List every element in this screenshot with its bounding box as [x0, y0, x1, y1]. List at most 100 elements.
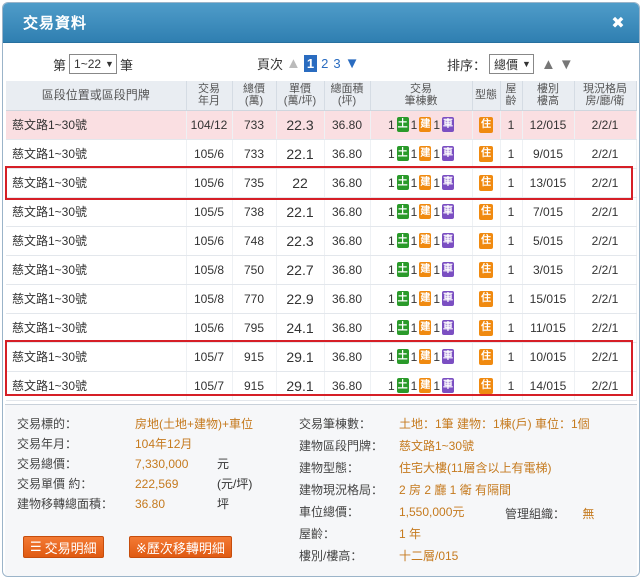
- close-icon[interactable]: ✖: [609, 13, 627, 33]
- table-row[interactable]: 慈文路1~30號 105/6 733 22.1 36.80 1 土 1 建 1 車住 1 9/015 2/…: [6, 139, 637, 169]
- detail-label: 建物移轉總面積：: [17, 497, 114, 511]
- chevron-down-icon: ▼: [105, 59, 114, 69]
- parking-count: 1: [433, 175, 441, 190]
- detail-label: 建物型態：: [299, 461, 360, 475]
- detail-label: 交易筆棟數：: [299, 417, 372, 431]
- sort-label: 排序：: [447, 57, 487, 73]
- cell-floor: 11/015: [522, 313, 575, 343]
- land-count: 1: [387, 320, 395, 335]
- building-badge-icon: 建: [419, 175, 432, 190]
- table-row[interactable]: 慈文路1~30號 105/7 915 29.1 36.80 1 土 1 建 1 車住 1 10/015 2…: [6, 342, 637, 372]
- col-unit-label-1: 單價: [289, 83, 311, 96]
- col-layout-label-1: 現況格局: [583, 83, 627, 96]
- cell-floor: 14/015: [522, 371, 575, 401]
- table-body: 慈文路1~30號 104/12 733 22.3 36.80 1 土 1 建 1 車住 1 12/015…: [6, 110, 637, 401]
- sort-select-value: 總價: [494, 57, 519, 72]
- page-3[interactable]: 3: [332, 56, 341, 71]
- table-row[interactable]: 慈文路1~30號 105/6 748 22.3 36.80 1 土 1 建 1 車住 1 5/015 2/…: [6, 226, 637, 256]
- col-layout-label-2: 房/廳/衛: [585, 95, 625, 108]
- cell-type: 住: [472, 139, 501, 169]
- trade-detail-button[interactable]: ☰ 交易明細: [23, 536, 104, 558]
- cell-area: 36.80: [324, 197, 371, 227]
- land-count: 1: [387, 349, 395, 364]
- cell-date: 105/7: [186, 371, 233, 401]
- cell-unit-price: 22.9: [276, 284, 325, 314]
- parking-badge-icon: 車: [442, 378, 455, 393]
- table-row[interactable]: 慈文路1~30號 105/7 915 29.1 36.80 1 土 1 建 1 車住 1 14/015 2…: [6, 371, 637, 401]
- page-1[interactable]: 1: [303, 55, 318, 72]
- range-select[interactable]: 1~22 ▼: [69, 54, 117, 74]
- parking-badge-icon: 車: [442, 175, 455, 190]
- cell-total: 770: [232, 284, 277, 314]
- sort-asc-icon[interactable]: ▲: [541, 57, 556, 72]
- cell-type: 住: [472, 313, 501, 343]
- col-unit[interactable]: 單價 (萬/坪): [276, 81, 325, 111]
- detail-value: 222,569: [135, 477, 179, 491]
- building-count: 1: [410, 291, 418, 306]
- building-badge-icon: 建: [419, 117, 432, 132]
- detail-left-row: 交易年月： 104年12月: [17, 435, 217, 452]
- table-row[interactable]: 慈文路1~30號 105/6 735 22 36.80 1 土 1 建 1 車住 1 13/015 2/2…: [6, 168, 637, 198]
- parking-badge-icon: 車: [442, 291, 455, 306]
- parking-count: 1: [433, 349, 441, 364]
- history-button[interactable]: ※歷次移轉明細: [129, 536, 232, 558]
- parking-badge-icon: 車: [442, 204, 455, 219]
- col-area[interactable]: 總面積 (坪): [324, 81, 371, 111]
- building-badge-icon: 建: [419, 146, 432, 161]
- cell-area: 36.80: [324, 313, 371, 343]
- cell-area: 36.80: [324, 342, 371, 372]
- table-row[interactable]: 慈文路1~30號 105/8 770 22.9 36.80 1 土 1 建 1 車住 1 15/015 2…: [6, 284, 637, 314]
- cell-address: 慈文路1~30號: [6, 197, 187, 227]
- col-date[interactable]: 交易 年月: [186, 81, 233, 111]
- cell-age: 1: [500, 110, 523, 140]
- cell-type: 住: [472, 226, 501, 256]
- detail-label: 交易單價 約：: [17, 477, 93, 491]
- pages-label: 頁次: [257, 57, 284, 72]
- detail-left-row: 交易單價 約： 222,569 (元/坪): [17, 475, 252, 492]
- detail-right-row: 建物現況格局： 2 房 2 廳 1 衛 有隔間: [299, 481, 511, 498]
- table-row[interactable]: 慈文路1~30號 104/12 733 22.3 36.80 1 土 1 建 1 車住 1 12/015…: [6, 110, 637, 140]
- parking-badge-icon: 車: [442, 233, 455, 248]
- cell-total: 733: [232, 139, 277, 169]
- cell-date: 105/5: [186, 197, 233, 227]
- cell-date: 105/8: [186, 284, 233, 314]
- residential-badge-icon: 住: [479, 378, 493, 394]
- col-total-label-1: 總價: [243, 83, 265, 96]
- cell-unit-price: 22.1: [276, 139, 325, 169]
- land-count: 1: [387, 204, 395, 219]
- col-date-label-1: 交易: [198, 83, 220, 96]
- cell-floor: 3/015: [522, 255, 575, 285]
- chevron-down-icon: ▼: [522, 59, 531, 69]
- table-row[interactable]: 慈文路1~30號 105/5 738 22.1 36.80 1 土 1 建 1 車住 1 7/015 2/…: [6, 197, 637, 227]
- land-badge-icon: 土: [396, 117, 409, 132]
- building-badge-icon: 建: [419, 233, 432, 248]
- page-2[interactable]: 2: [320, 56, 329, 71]
- sort-select[interactable]: 總價 ▼: [489, 54, 534, 74]
- land-badge-icon: 土: [396, 233, 409, 248]
- pagination: 頁次 ▲ 1 2 3 ▼: [257, 54, 359, 73]
- residential-badge-icon: 住: [479, 233, 493, 249]
- parking-count: 1: [433, 378, 441, 393]
- prev-page-icon[interactable]: ▲: [286, 56, 301, 71]
- residential-badge-icon: 住: [479, 349, 493, 365]
- cell-count: 1土1建1車: [370, 110, 473, 140]
- cell-layout: 2/2/1: [574, 139, 637, 169]
- cell-type: 住: [472, 342, 501, 372]
- table-row[interactable]: 慈文路1~30號 105/6 795 24.1 36.80 1 土 1 建 1 車住 1 11/015 2…: [6, 313, 637, 343]
- detail-label: 交易年月：: [17, 437, 78, 451]
- next-page-icon[interactable]: ▼: [345, 56, 360, 71]
- sort-desc-icon[interactable]: ▼: [559, 57, 574, 72]
- land-count: 1: [387, 117, 395, 132]
- cell-type: 住: [472, 255, 501, 285]
- cell-age: 1: [500, 226, 523, 256]
- land-count: 1: [387, 146, 395, 161]
- building-badge-icon: 建: [419, 320, 432, 335]
- table-row[interactable]: 慈文路1~30號 105/8 750 22.7 36.80 1 土 1 建 1 車住 1 3/015 2/…: [6, 255, 637, 285]
- parking-count: 1: [433, 117, 441, 132]
- cell-type: 住: [472, 371, 501, 401]
- cell-count: 1土1建1車: [370, 139, 473, 169]
- col-total[interactable]: 總價 (萬): [232, 81, 277, 111]
- detail-value: 104年12月: [135, 437, 193, 451]
- cell-total: 750: [232, 255, 277, 285]
- col-address[interactable]: 區段位置或區段門牌: [6, 81, 187, 111]
